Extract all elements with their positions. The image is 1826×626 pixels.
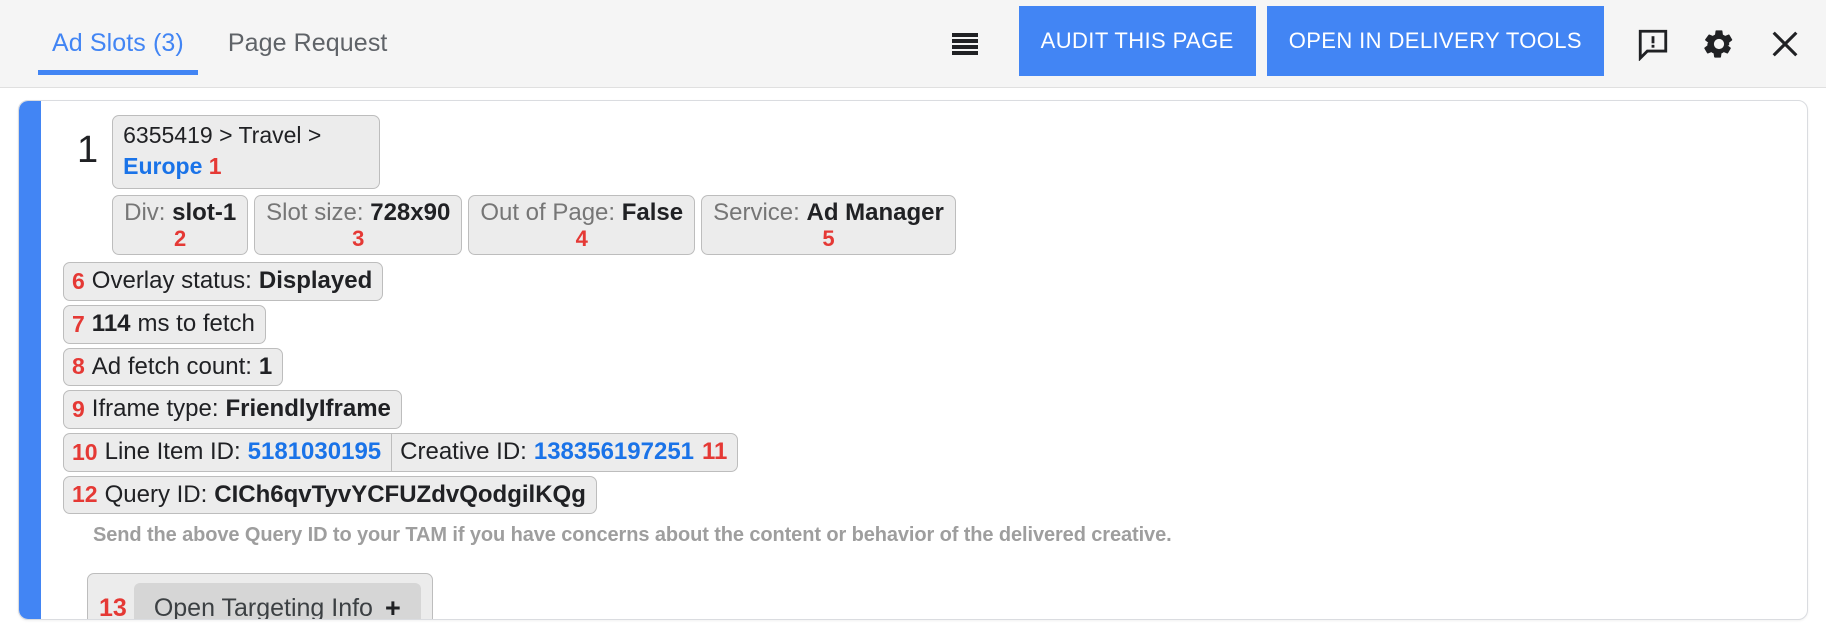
tab-page-request[interactable]: Page Request xyxy=(206,0,410,87)
meta-chip-div: Div: slot-1 2 xyxy=(112,195,248,255)
detail-fetch-time: 7 114 ms to fetch xyxy=(63,305,266,344)
marker-6: 6 xyxy=(72,266,85,296)
overlay-status-label: Overlay status: xyxy=(92,265,252,297)
open-targeting-info-label: Open Targeting Info xyxy=(154,594,373,620)
meta-chip-out-of-page: Out of Page: False 4 xyxy=(468,195,695,255)
meta-out-of-page-value: False xyxy=(622,199,683,226)
ad-slot-card: 1 6355419 > Travel > Europe 1 Div: s xyxy=(18,100,1808,620)
ad-slot-card-body: 1 6355419 > Travel > Europe 1 Div: s xyxy=(19,101,1807,620)
header-icon-group xyxy=(1604,0,1826,87)
tab-page-request-label: Page Request xyxy=(228,29,388,58)
breadcrumb-path: 6355419 > Travel > xyxy=(123,122,321,148)
targeting-info-wrapper: 13 Open Targeting Info + xyxy=(87,573,433,620)
meta-service-label: Service: xyxy=(713,199,800,226)
creative-id-label: Creative ID: xyxy=(400,436,527,468)
meta-div-value: slot-1 xyxy=(172,199,236,226)
slot-header-row: 1 6355419 > Travel > Europe 1 Div: s xyxy=(55,115,1807,255)
marker-12: 12 xyxy=(72,479,98,509)
marker-9: 9 xyxy=(72,394,85,424)
open-in-delivery-tools-button[interactable]: OPEN IN DELIVERY TOOLS xyxy=(1267,6,1604,76)
app-header: Ad Slots (3) Page Request AUDIT THIS PAG… xyxy=(0,0,1826,88)
meta-chip-service: Service: Ad Manager 5 xyxy=(701,195,956,255)
line-item-id-value[interactable]: 5181030195 xyxy=(248,436,381,468)
ad-slot-card-container: 1 6355419 > Travel > Europe 1 Div: s xyxy=(0,88,1826,620)
tab-ad-slots[interactable]: Ad Slots (3) xyxy=(30,0,206,87)
open-targeting-info-button[interactable]: Open Targeting Info + xyxy=(134,583,421,620)
ad-fetch-count-label: Ad fetch count: xyxy=(92,351,252,383)
detail-query-id: 12 Query ID: CICh6qvTyvYCFUZdvQodgilKQg xyxy=(63,476,597,515)
marker-5: 5 xyxy=(713,227,944,250)
detail-iframe-type: 9 Iframe type: FriendlyIframe xyxy=(63,390,402,429)
detail-ad-fetch-count: 8 Ad fetch count: 1 xyxy=(63,348,283,387)
marker-3: 3 xyxy=(266,227,450,250)
overlay-status-value: Displayed xyxy=(259,265,372,297)
meta-slot-size-label: Slot size: xyxy=(266,199,363,226)
detail-creative-id: Creative ID: 138356197251 11 xyxy=(391,433,738,472)
marker-11: 11 xyxy=(702,436,727,468)
iframe-type-value: FriendlyIframe xyxy=(226,393,391,425)
meta-out-of-page-label: Out of Page: xyxy=(480,199,615,226)
close-icon[interactable] xyxy=(1766,25,1804,63)
settings-gear-icon[interactable] xyxy=(1700,25,1738,63)
feedback-icon[interactable] xyxy=(1634,25,1672,63)
marker-4: 4 xyxy=(480,227,683,250)
query-id-note: Send the above Query ID to your TAM if y… xyxy=(93,524,1807,547)
tab-ad-slots-label: Ad Slots (3) xyxy=(52,29,184,58)
marker-13: 13 xyxy=(99,594,127,620)
detail-line-item-id: 10 Line Item ID: 5181030195 xyxy=(63,433,391,472)
meta-service-value: Ad Manager xyxy=(807,199,944,226)
hamburger-menu-icon xyxy=(952,33,978,55)
line-item-id-label: Line Item ID: xyxy=(105,436,241,468)
slot-detail-stack: 6 Overlay status: Displayed 7 114 ms to … xyxy=(63,262,1807,514)
audit-this-page-button[interactable]: AUDIT THIS PAGE xyxy=(1019,6,1256,76)
marker-8: 8 xyxy=(72,351,85,381)
slot-index-number: 1 xyxy=(55,115,112,169)
meta-div-label: Div: xyxy=(124,199,165,226)
meta-slot-size-value: 728x90 xyxy=(370,199,450,226)
hamburger-menu-button[interactable] xyxy=(937,0,993,87)
marker-2: 2 xyxy=(124,227,236,250)
slot-detail-column: 6355419 > Travel > Europe 1 Div: slot-1 … xyxy=(112,115,956,255)
ad-unit-breadcrumb[interactable]: 6355419 > Travel > Europe 1 xyxy=(112,115,380,189)
creative-id-value[interactable]: 138356197251 xyxy=(534,436,694,468)
detail-overlay-status: 6 Overlay status: Displayed xyxy=(63,262,383,301)
query-id-value[interactable]: CICh6qvTyvYCFUZdvQodgilKQg xyxy=(214,479,586,511)
ad-fetch-count-value: 1 xyxy=(259,351,272,383)
meta-chip-slot-size: Slot size: 728x90 3 xyxy=(254,195,462,255)
plus-icon: + xyxy=(385,593,401,620)
iframe-type-label: Iframe type: xyxy=(92,393,219,425)
header-spacer xyxy=(409,0,936,87)
slot-meta-row: Div: slot-1 2 Slot size: 728x90 3 xyxy=(112,195,956,255)
tab-bar: Ad Slots (3) Page Request xyxy=(0,0,409,87)
marker-7: 7 xyxy=(72,309,85,339)
query-id-label: Query ID: xyxy=(105,479,208,511)
breadcrumb-leaf[interactable]: Europe xyxy=(123,153,202,179)
marker-10: 10 xyxy=(72,437,98,467)
fetch-time-label: ms to fetch xyxy=(138,308,255,340)
marker-1: 1 xyxy=(209,153,222,179)
id-row: 10 Line Item ID: 5181030195 Creative ID:… xyxy=(63,433,738,472)
card-accent-bar xyxy=(19,101,41,619)
fetch-time-value: 114 xyxy=(92,308,131,340)
